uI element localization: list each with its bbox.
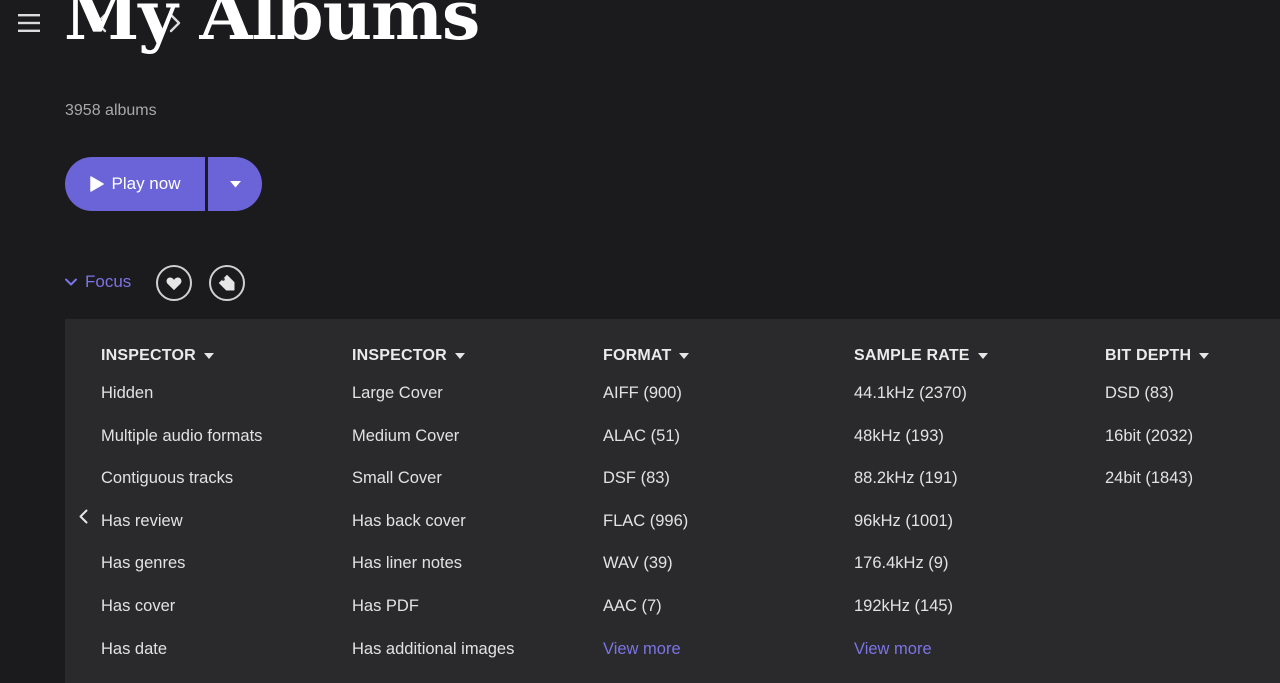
scroll-left-icon[interactable] <box>75 505 91 527</box>
focus-toggle[interactable]: Focus <box>65 272 131 292</box>
chevron-down-icon <box>65 278 77 286</box>
filter-item-has-back-cover[interactable]: Has back cover <box>352 511 514 554</box>
play-options-dropdown-button[interactable] <box>208 157 262 211</box>
filter-item-has-additional-images[interactable]: Has additional images <box>352 639 514 682</box>
filter-item-192khz[interactable]: 192kHz (145) <box>854 596 988 639</box>
play-button-group: Play now <box>65 157 262 211</box>
column-header-label: BIT DEPTH <box>1105 347 1192 364</box>
filter-item-medium-cover[interactable]: Medium Cover <box>352 426 514 469</box>
column-header-dropdown[interactable]: INSPECTOR <box>101 346 262 366</box>
play-now-button[interactable]: Play now <box>65 157 205 211</box>
album-count: 3958 albums <box>65 102 157 119</box>
filter-column-inspector-1: INSPECTOR Hidden Multiple audio formats … <box>101 346 262 681</box>
column-header-label: SAMPLE RATE <box>854 347 970 364</box>
filter-column-inspector-2: INSPECTOR Large Cover Medium Cover Small… <box>352 346 514 681</box>
caret-down-icon <box>229 180 241 187</box>
tag-filter-button[interactable] <box>209 265 245 301</box>
filter-item-has-cover[interactable]: Has cover <box>101 596 262 639</box>
play-icon <box>89 176 104 192</box>
filter-item-44-1khz[interactable]: 44.1kHz (2370) <box>854 383 988 426</box>
filter-item-multiple-audio-formats[interactable]: Multiple audio formats <box>101 426 262 469</box>
caret-down-icon <box>1199 353 1210 359</box>
filter-item-hidden[interactable]: Hidden <box>101 383 262 426</box>
page-title: My Albums <box>64 0 480 56</box>
filter-item-flac[interactable]: FLAC (996) <box>603 511 689 554</box>
filter-column-format: FORMAT AIFF (900) ALAC (51) DSF (83) FLA… <box>603 346 690 682</box>
filter-item-dsd[interactable]: DSD (83) <box>1105 383 1209 426</box>
filter-item-16bit[interactable]: 16bit (2032) <box>1105 426 1209 469</box>
menu-icon[interactable] <box>14 9 44 37</box>
filter-item-aiff[interactable]: AIFF (900) <box>603 383 689 426</box>
filter-item-has-liner-notes[interactable]: Has liner notes <box>352 553 514 596</box>
heart-icon <box>166 276 182 290</box>
filter-item-24bit[interactable]: 24bit (1843) <box>1105 468 1209 511</box>
caret-down-icon <box>203 353 214 359</box>
column-header-dropdown[interactable]: BIT DEPTH <box>1105 346 1210 366</box>
focus-panel: INSPECTOR Hidden Multiple audio formats … <box>65 319 1280 683</box>
filter-item-48khz[interactable]: 48kHz (193) <box>854 426 988 469</box>
focus-label: Focus <box>85 272 132 291</box>
column-header-label: INSPECTOR <box>352 347 447 364</box>
filter-item-contiguous-tracks[interactable]: Contiguous tracks <box>101 468 262 511</box>
column-header-label: INSPECTOR <box>101 347 196 364</box>
favorite-filter-button[interactable] <box>156 265 192 301</box>
caret-down-icon <box>977 353 988 359</box>
filter-item-aac[interactable]: AAC (7) <box>603 596 689 639</box>
filter-item-alac[interactable]: ALAC (51) <box>603 426 689 469</box>
column-header-label: FORMAT <box>603 347 672 364</box>
filter-item-96khz[interactable]: 96kHz (1001) <box>854 511 988 554</box>
filter-item-88-2khz[interactable]: 88.2kHz (191) <box>854 468 988 511</box>
filter-column-sample-rate: SAMPLE RATE 44.1kHz (2370) 48kHz (193) 8… <box>854 346 988 681</box>
play-now-label: Play now <box>111 174 181 193</box>
filter-item-small-cover[interactable]: Small Cover <box>352 468 514 511</box>
filter-item-has-review[interactable]: Has review <box>101 511 262 554</box>
column-header-dropdown[interactable]: SAMPLE RATE <box>854 346 988 366</box>
filter-item-dsf[interactable]: DSF (83) <box>603 468 689 511</box>
column-header-dropdown[interactable]: FORMAT <box>603 346 690 366</box>
column-header-dropdown[interactable]: INSPECTOR <box>352 346 514 366</box>
filter-item-has-genres[interactable]: Has genres <box>101 553 262 596</box>
tag-icon <box>218 274 235 291</box>
filter-item-has-pdf[interactable]: Has PDF <box>352 596 514 639</box>
filter-item-has-date[interactable]: Has date <box>101 639 262 682</box>
filter-column-bit-depth: BIT DEPTH DSD (83) 16bit (2032) 24bit (1… <box>1105 346 1210 511</box>
filter-item-large-cover[interactable]: Large Cover <box>352 383 514 426</box>
view-more-link[interactable]: View more <box>854 639 988 682</box>
caret-down-icon <box>454 353 465 359</box>
view-more-link[interactable]: View more <box>603 639 689 682</box>
filter-item-wav[interactable]: WAV (39) <box>603 553 689 596</box>
caret-down-icon <box>679 353 690 359</box>
filter-item-176-4khz[interactable]: 176.4kHz (9) <box>854 553 988 596</box>
